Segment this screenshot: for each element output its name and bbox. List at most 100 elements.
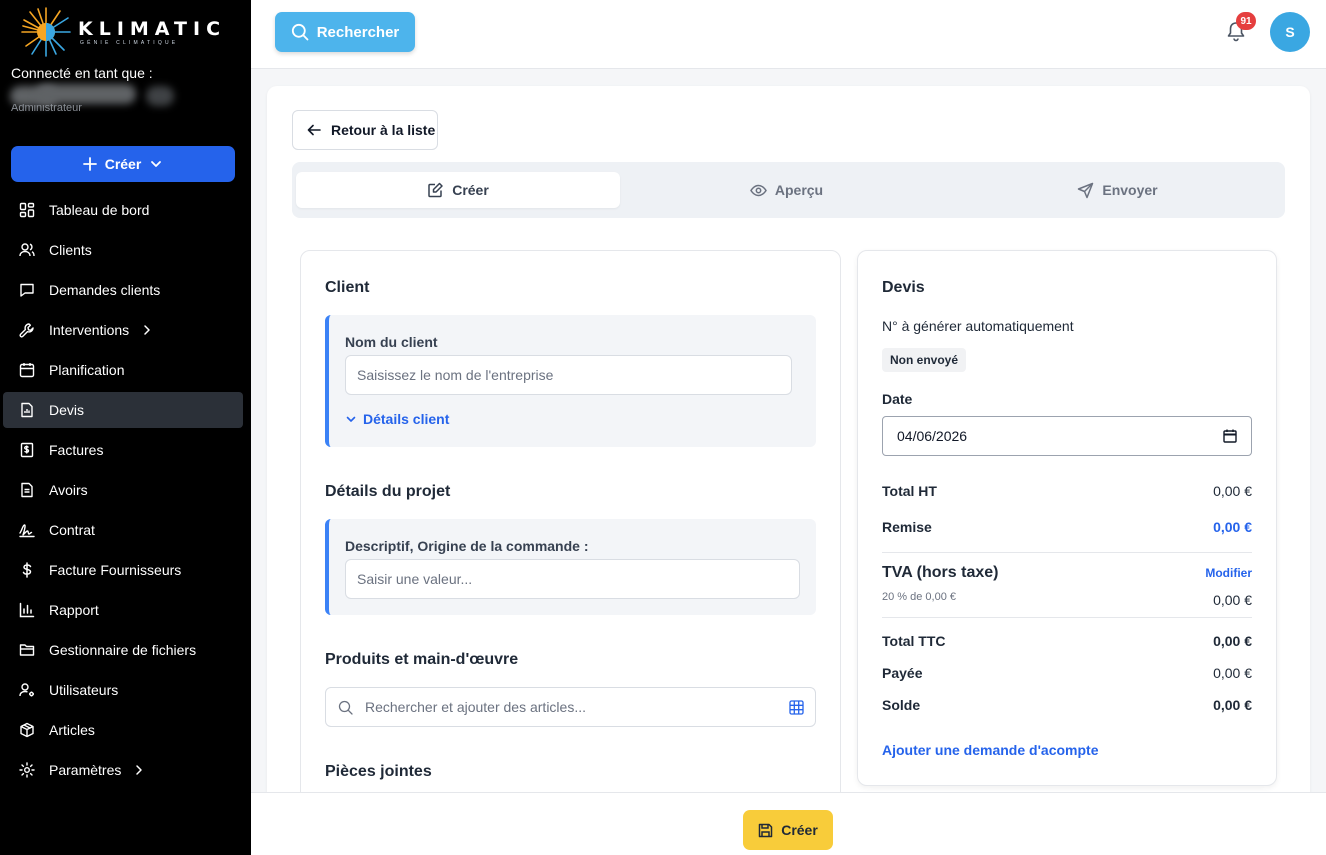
payee-label: Payée xyxy=(882,665,923,681)
total-ht-row: Total HT 0,00 € xyxy=(882,483,1252,499)
sidebar-item-parametres[interactable]: Paramètres xyxy=(3,752,243,788)
create-quote-button[interactable]: Créer xyxy=(743,810,833,850)
create-button-label: Créer xyxy=(104,156,142,172)
sidebar-item-tableau-de-bord[interactable]: Tableau de bord xyxy=(3,192,243,228)
sidebar: KLIMATIC GÉNIE CLIMATIQUE Connecté en ta… xyxy=(0,0,251,855)
create-quote-label: Créer xyxy=(781,822,818,838)
brand-tagline: GÉNIE CLIMATIQUE xyxy=(80,40,179,46)
tab-label: Envoyer xyxy=(1102,182,1158,198)
table-grid-icon[interactable] xyxy=(789,700,804,715)
user-cog-icon xyxy=(19,682,35,698)
brand-logo[interactable]: KLIMATIC GÉNIE CLIMATIQUE xyxy=(20,6,220,58)
back-to-list-button[interactable]: Retour à la liste xyxy=(292,110,438,150)
invoice-icon xyxy=(19,442,35,458)
sidebar-item-utilisateurs[interactable]: Utilisateurs xyxy=(3,672,243,708)
client-name-input[interactable]: Saisissez le nom de l'entreprise xyxy=(345,355,792,395)
solde-label: Solde xyxy=(882,697,921,713)
users-icon xyxy=(19,242,35,258)
total-ttc-label: Total TTC xyxy=(882,633,946,649)
sidebar-item-demandes-clients[interactable]: Demandes clients xyxy=(3,272,243,308)
quote-icon xyxy=(19,402,35,418)
attachments-section-title: Pièces jointes xyxy=(325,763,432,780)
send-icon xyxy=(1078,182,1094,198)
wrench-icon xyxy=(19,322,35,338)
credit-note-icon xyxy=(19,482,35,498)
tab-creer[interactable]: Créer xyxy=(296,172,620,208)
chevron-right-icon xyxy=(144,325,150,335)
plus-icon xyxy=(82,157,97,171)
sidebar-item-label: Clients xyxy=(49,242,92,258)
sidebar-nav: Tableau de bord Clients Demandes clients… xyxy=(3,192,243,792)
back-to-list-label: Retour à la liste xyxy=(331,122,436,138)
create-button[interactable]: Créer xyxy=(11,146,235,182)
total-ht-value: 0,00 € xyxy=(1213,483,1252,499)
client-section-title: Client xyxy=(325,279,370,296)
sidebar-item-planification[interactable]: Planification xyxy=(3,352,243,388)
chevron-down-icon xyxy=(151,161,162,167)
chevron-right-icon xyxy=(136,765,143,775)
sidebar-item-gestionnaire-fichiers[interactable]: Gestionnaire de fichiers xyxy=(3,632,243,668)
arrow-left-icon xyxy=(307,124,321,136)
footer-bar: Créer xyxy=(251,792,1326,855)
sidebar-item-label: Avoirs xyxy=(49,482,88,498)
chart-icon xyxy=(19,602,35,618)
sidebar-item-label: Interventions xyxy=(49,322,130,338)
tab-envoyer[interactable]: Envoyer xyxy=(954,172,1281,208)
date-input[interactable]: 04/06/2026 xyxy=(882,416,1252,456)
sidebar-item-interventions[interactable]: Interventions xyxy=(3,312,243,348)
client-details-toggle[interactable]: Détails client xyxy=(345,411,449,427)
project-description-input[interactable]: Saisir une valeur... xyxy=(345,559,800,599)
status-badge: Non envoyé xyxy=(882,348,967,372)
project-section-title: Détails du projet xyxy=(325,483,451,500)
topbar: Rechercher 91 S xyxy=(251,0,1326,69)
date-label: Date xyxy=(882,391,913,407)
sidebar-item-label: Paramètres xyxy=(49,762,122,778)
tab-apercu[interactable]: Aperçu xyxy=(624,172,949,208)
calendar-icon xyxy=(19,362,35,378)
calendar-icon[interactable] xyxy=(1223,429,1237,443)
search-button[interactable]: Rechercher xyxy=(275,12,415,52)
tva-modify-link[interactable]: Modifier xyxy=(1205,566,1252,580)
quote-number: N° à générer automatiquement xyxy=(882,318,1074,334)
solde-value: 0,00 € xyxy=(1213,697,1252,713)
tabs: Créer Aperçu Envoyer xyxy=(292,162,1285,218)
sidebar-item-clients[interactable]: Clients xyxy=(3,232,243,268)
sidebar-item-avoirs[interactable]: Avoirs xyxy=(3,472,243,508)
sidebar-item-label: Articles xyxy=(49,722,95,738)
sidebar-item-label: Demandes clients xyxy=(49,282,161,298)
package-icon xyxy=(19,722,35,738)
tab-label: Créer xyxy=(452,182,489,198)
payee-row: Payée 0,00 € xyxy=(882,665,1252,681)
article-search-input[interactable]: Rechercher et ajouter des articles... xyxy=(325,687,816,727)
sidebar-item-label: Rapport xyxy=(49,602,99,618)
sidebar-item-contrat[interactable]: Contrat xyxy=(3,512,243,548)
add-deposit-request-link[interactable]: Ajouter une demande d'acompte xyxy=(882,742,1098,758)
message-icon xyxy=(19,282,35,298)
remise-value[interactable]: 0,00 € xyxy=(1213,519,1252,535)
sidebar-item-facture-fournisseurs[interactable]: Facture Fournisseurs xyxy=(3,552,243,588)
search-button-label: Rechercher xyxy=(316,23,400,41)
signature-icon xyxy=(19,522,35,538)
avatar[interactable]: S xyxy=(1270,12,1310,52)
dollar-icon xyxy=(19,562,35,578)
quote-form-panel: Client Nom du client Saisissez le nom de… xyxy=(300,250,841,850)
products-section-title: Produits et main-d'œuvre xyxy=(325,651,519,668)
quote-summary-panel: Devis N° à générer automatiquement Non e… xyxy=(857,250,1277,786)
sidebar-item-rapport[interactable]: Rapport xyxy=(3,592,243,628)
total-ttc-value: 0,00 € xyxy=(1213,633,1252,649)
sidebar-item-label: Factures xyxy=(49,442,104,458)
sidebar-item-label: Devis xyxy=(49,402,85,418)
sidebar-item-label: Tableau de bord xyxy=(49,202,150,218)
sidebar-item-factures[interactable]: Factures xyxy=(3,432,243,468)
client-name-label: Nom du client xyxy=(345,334,438,350)
tva-label: TVA (hors taxe) xyxy=(882,564,999,581)
search-icon xyxy=(338,700,353,715)
payee-value: 0,00 € xyxy=(1213,665,1252,681)
quote-title: Devis xyxy=(882,279,925,296)
settings-icon xyxy=(19,762,35,778)
user-role: Administrateur xyxy=(11,104,82,114)
sidebar-item-articles[interactable]: Articles xyxy=(3,712,243,748)
sidebar-item-label: Gestionnaire de fichiers xyxy=(49,642,197,658)
sidebar-item-devis[interactable]: Devis xyxy=(3,392,243,428)
divider xyxy=(882,617,1252,618)
